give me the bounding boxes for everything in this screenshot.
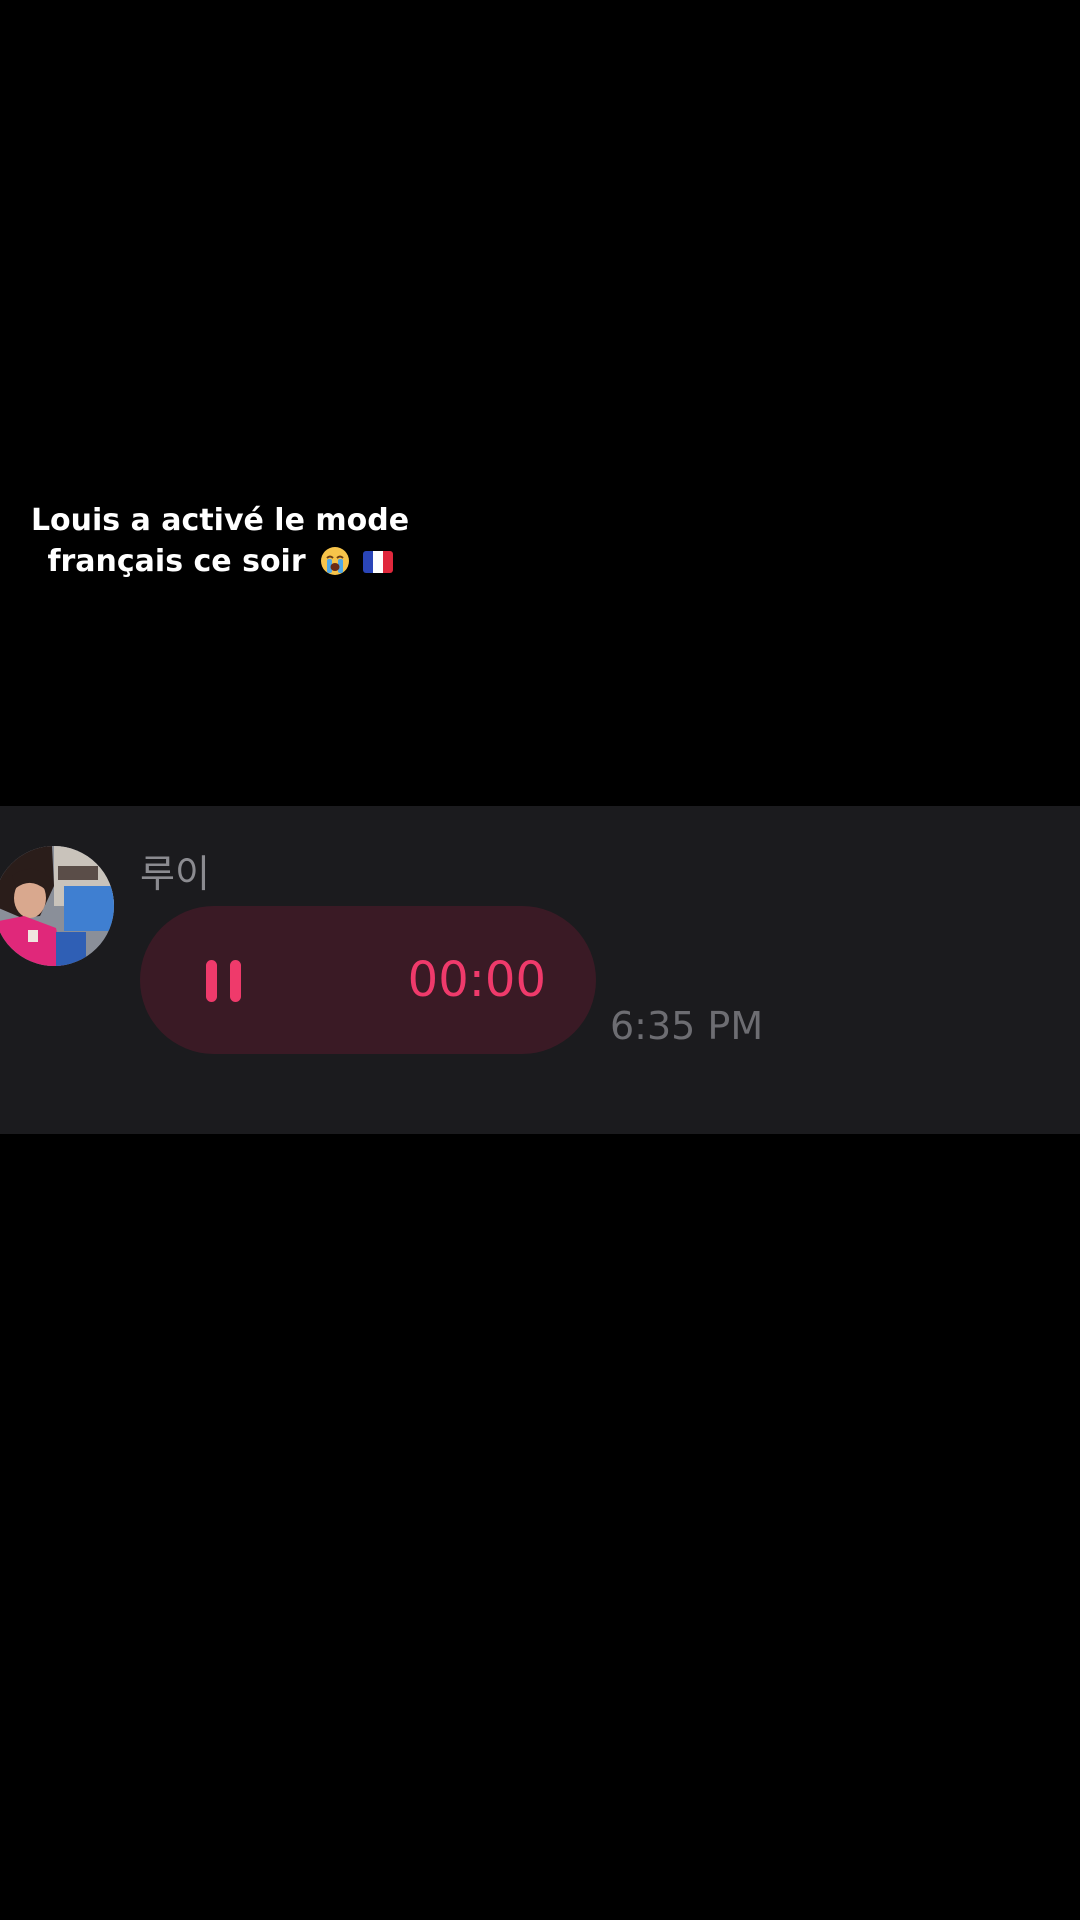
chat-message-row: 루이 00:00 6:35 PM: [0, 806, 1080, 1134]
caption-line-2: français ce soir: [47, 544, 306, 579]
sender-name: 루이: [140, 852, 210, 896]
loudly-crying-face-icon: [321, 547, 350, 575]
video-caption: Louis a activé le mode français ce soir: [20, 500, 420, 582]
pause-icon-bar-left: [206, 960, 217, 1002]
screen: Louis a activé le mode français ce soir: [0, 0, 1080, 1920]
voice-timer: 00:00: [407, 952, 546, 1008]
pause-icon[interactable]: [200, 956, 248, 1004]
france-flag-icon: [362, 551, 393, 573]
voice-message-bubble[interactable]: 00:00: [140, 906, 596, 1054]
caption-line-2-wrap: français ce soir: [20, 541, 420, 582]
avatar-photo: [0, 846, 114, 966]
message-timestamp: 6:35 PM: [610, 1004, 764, 1048]
caption-line-1: Louis a activé le mode: [30, 503, 410, 538]
pause-icon-bar-right: [230, 960, 241, 1002]
avatar[interactable]: [0, 846, 114, 966]
